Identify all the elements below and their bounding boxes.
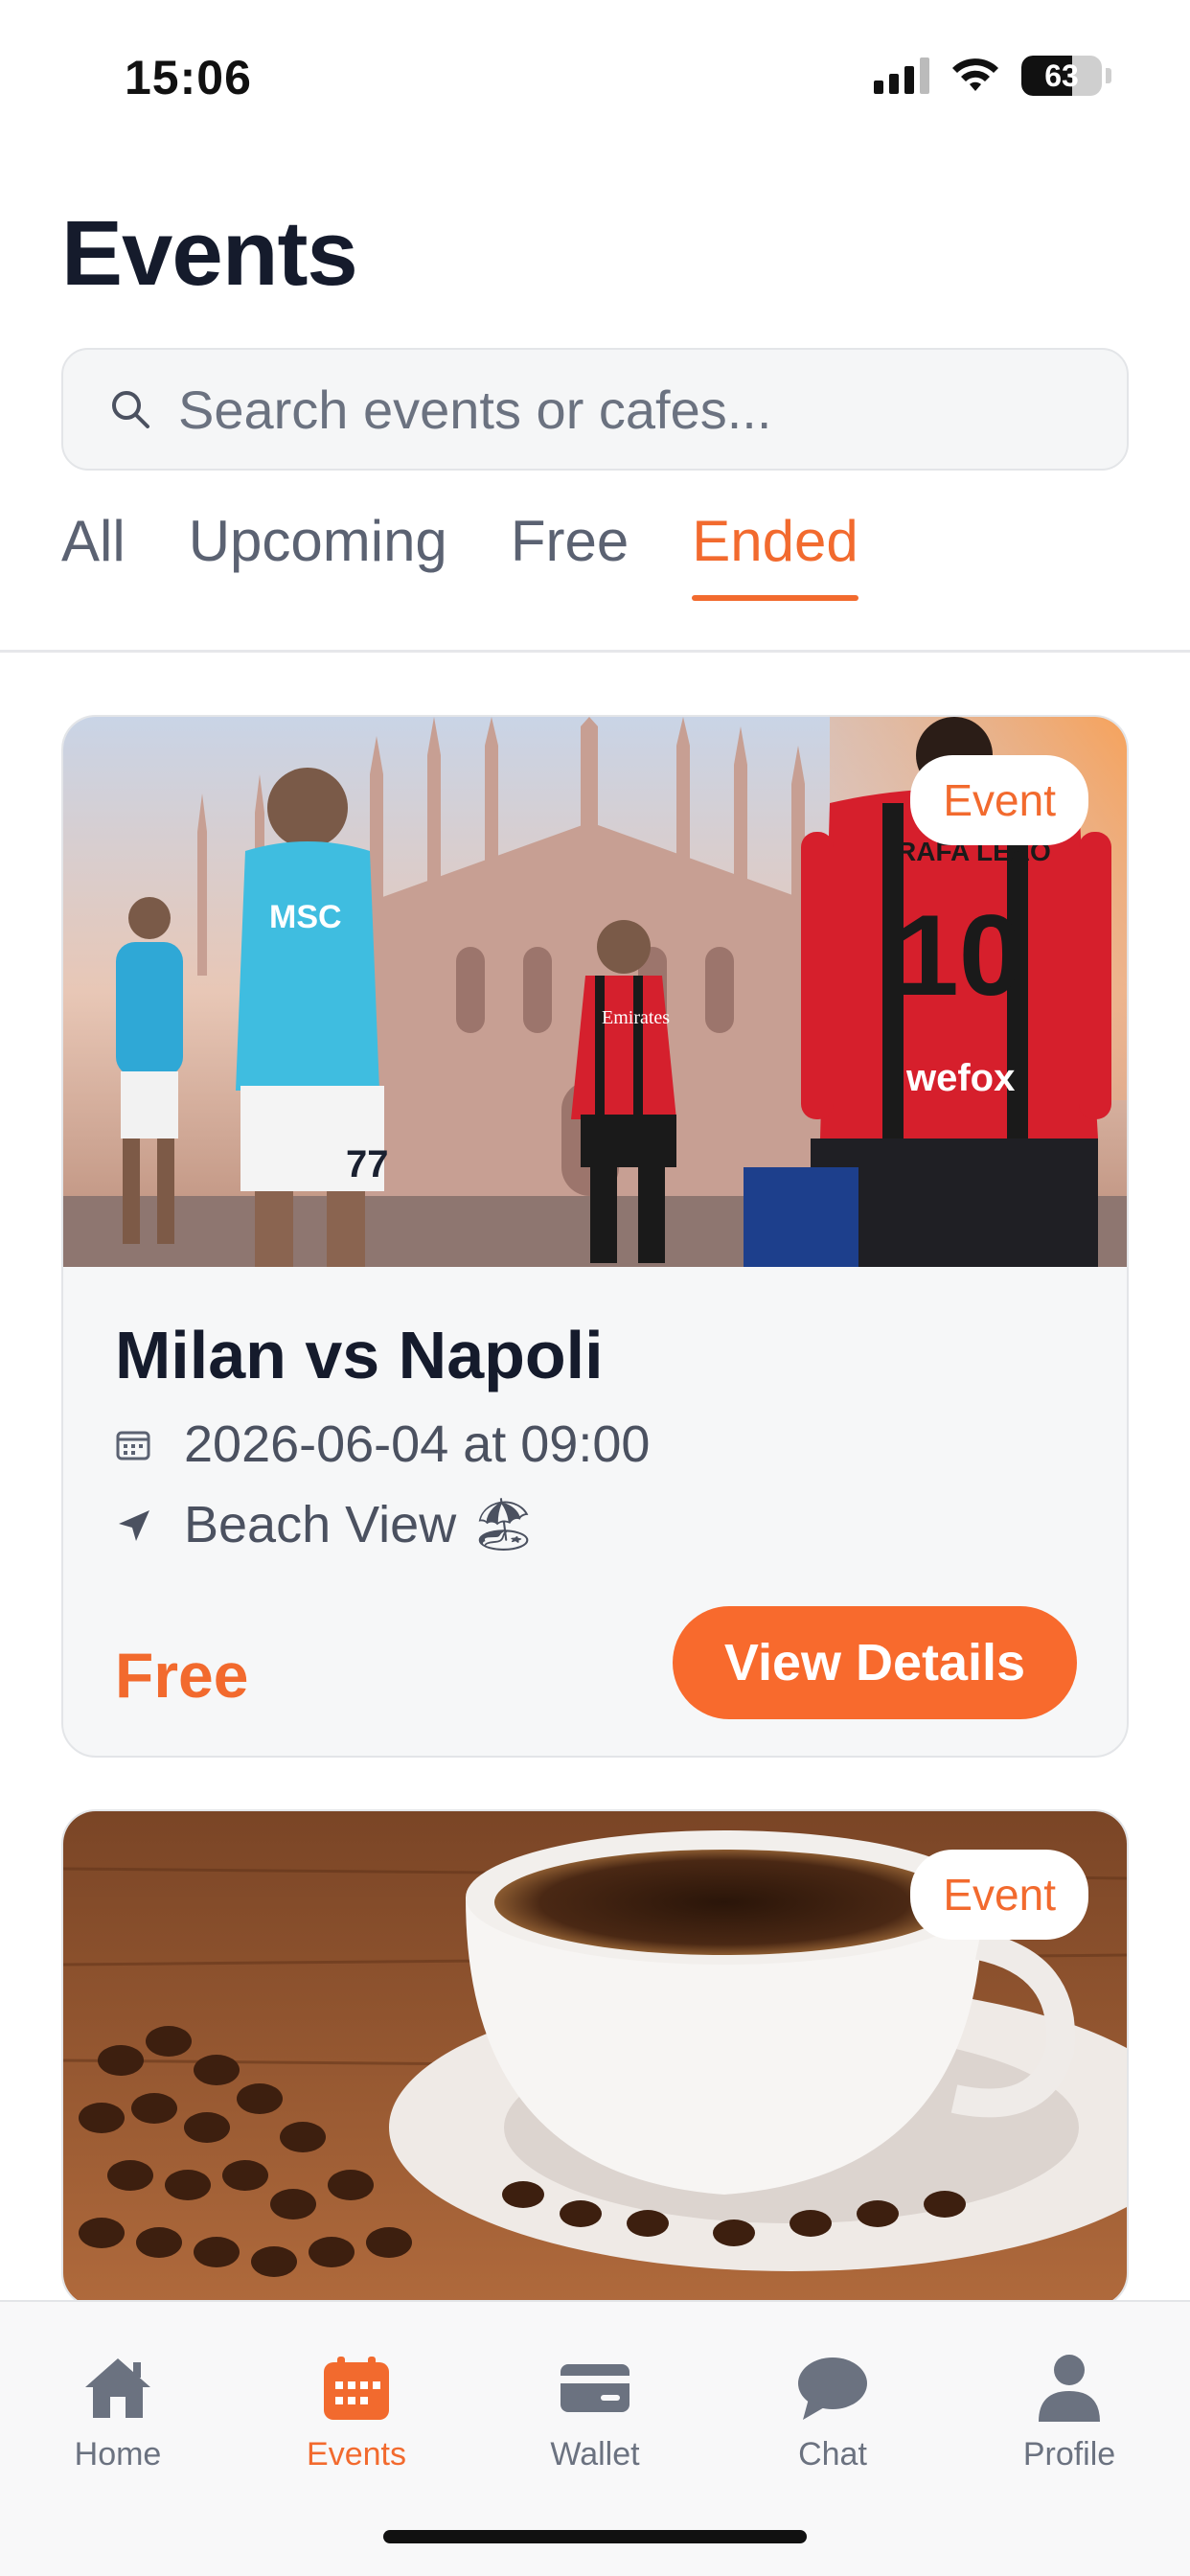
home-icon xyxy=(80,2350,156,2426)
event-location-row: Beach View 🏖 xyxy=(115,1495,1075,1555)
nav-chat-label: Chat xyxy=(798,2436,867,2472)
nav-home-label: Home xyxy=(74,2436,162,2472)
chat-icon xyxy=(794,2350,871,2426)
view-details-button[interactable]: View Details xyxy=(673,1606,1077,1719)
calendar-icon xyxy=(318,2350,395,2426)
filter-tabs: All Upcoming Free Ended xyxy=(61,508,858,601)
nav-profile-label: Profile xyxy=(1022,2436,1116,2472)
tab-free[interactable]: Free xyxy=(511,508,629,601)
wifi-icon xyxy=(952,58,998,91)
battery-cap xyxy=(1106,68,1111,83)
svg-text:10: 10 xyxy=(895,891,1022,1020)
nav-wallet[interactable]: Wallet xyxy=(499,2350,691,2473)
nav-profile[interactable]: Profile xyxy=(973,2350,1165,2473)
event-badge: Event xyxy=(910,755,1088,845)
calendar-icon xyxy=(115,1416,171,1472)
tab-all[interactable]: All xyxy=(61,508,126,601)
status-time: 15:06 xyxy=(125,51,252,104)
battery-level: 63 xyxy=(1044,58,1079,93)
location-arrow-icon xyxy=(115,1498,171,1553)
page-title: Events xyxy=(61,202,358,305)
search-icon xyxy=(102,380,159,438)
event-badge: Event xyxy=(910,1850,1088,1940)
svg-text:MSC: MSC xyxy=(269,899,342,935)
status-icons: 63 xyxy=(874,56,1111,96)
svg-text:Emirates: Emirates xyxy=(602,1007,670,1028)
status-bar: 15:06 63 xyxy=(0,0,1190,153)
svg-text:wefox: wefox xyxy=(905,1057,1015,1099)
tab-ended[interactable]: Ended xyxy=(692,508,858,601)
nav-events[interactable]: Events xyxy=(261,2350,452,2473)
event-card-body: Milan vs Napoli 2026-06-04 at 09:00 Beac… xyxy=(63,1317,1127,1719)
event-image: Event xyxy=(63,1811,1127,2306)
cellular-signal-icon xyxy=(874,58,929,94)
event-date-row: 2026-06-04 at 09:00 xyxy=(115,1414,1075,1474)
nav-events-label: Events xyxy=(307,2436,406,2472)
tab-upcoming[interactable]: Upcoming xyxy=(189,508,447,601)
nav-home[interactable]: Home xyxy=(22,2350,214,2473)
event-title: Milan vs Napoli xyxy=(115,1318,604,1392)
person-icon xyxy=(1031,2350,1108,2426)
event-datetime: 2026-06-04 at 09:00 xyxy=(184,1415,651,1473)
nav-wallet-label: Wallet xyxy=(550,2436,640,2472)
battery-icon: 63 xyxy=(1021,56,1102,96)
event-image: MSC 77 Emirates RAFA LEÃO 10 wefox Event xyxy=(63,717,1127,1267)
svg-text:77: 77 xyxy=(346,1143,389,1185)
wallet-icon xyxy=(557,2350,633,2426)
event-price: Free xyxy=(115,1640,249,1711)
nav-chat[interactable]: Chat xyxy=(737,2350,928,2473)
search-bar[interactable] xyxy=(61,348,1129,471)
home-indicator xyxy=(383,2530,807,2543)
tabs-divider xyxy=(0,650,1190,653)
event-card[interactable]: MSC 77 Emirates RAFA LEÃO 10 wefox Event… xyxy=(61,715,1129,1758)
event-card[interactable]: Event xyxy=(61,1809,1129,2308)
event-location: Beach View 🏖 xyxy=(184,1496,537,1553)
search-input[interactable] xyxy=(178,378,1041,441)
